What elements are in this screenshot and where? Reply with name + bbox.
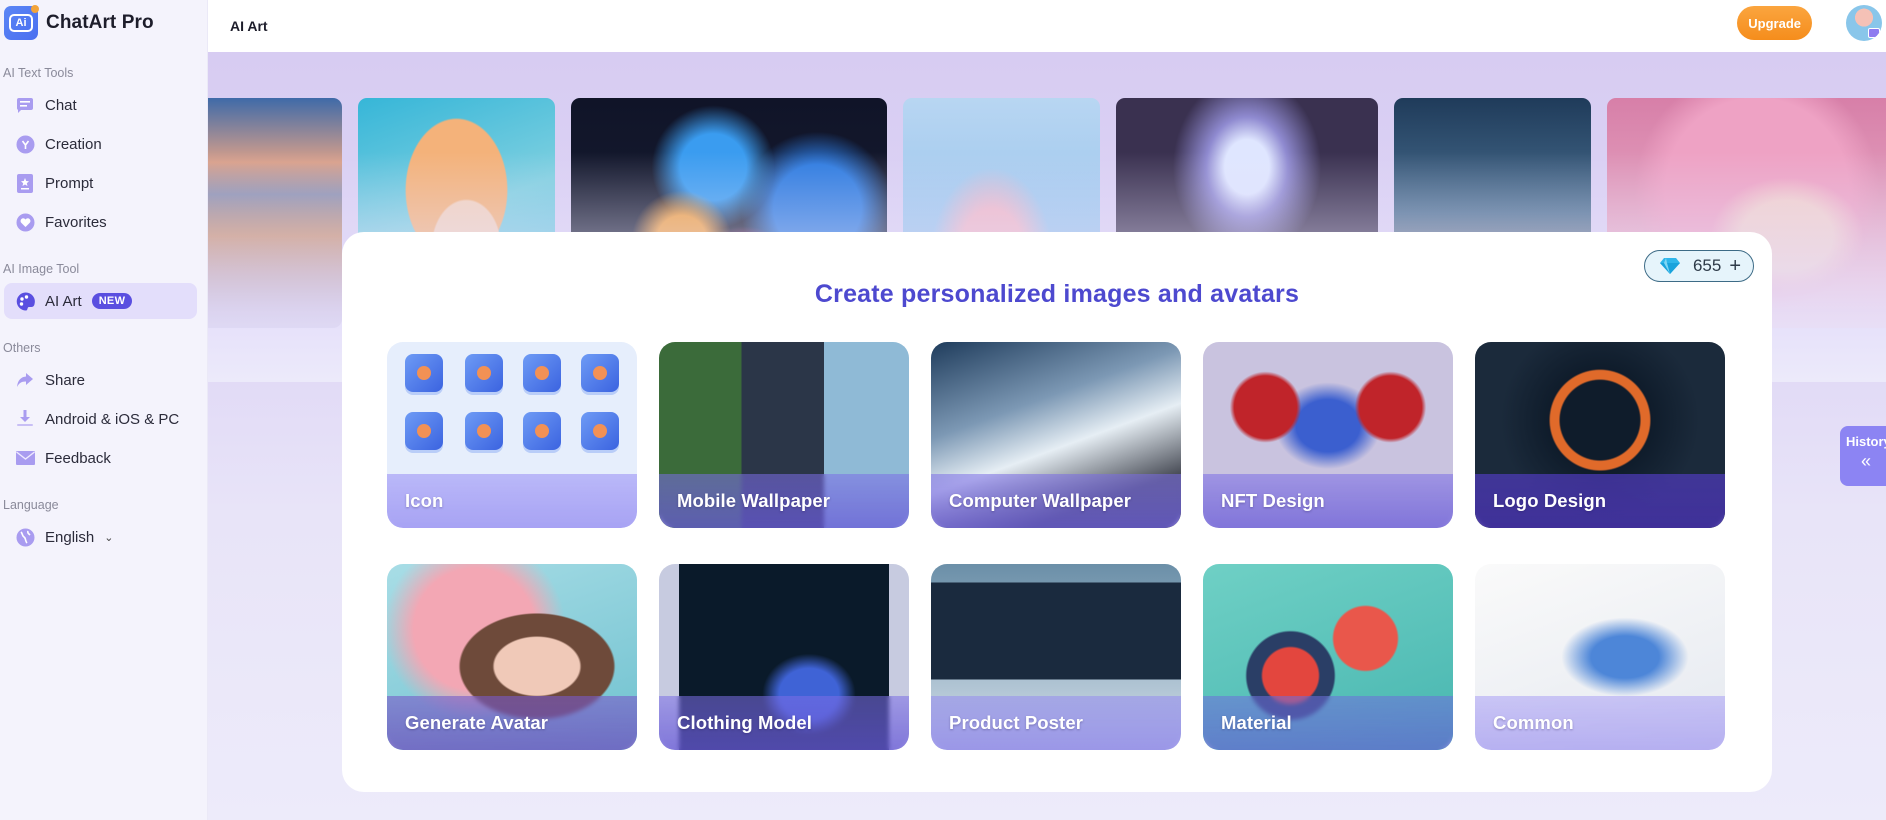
download-icon [15, 409, 35, 429]
credits-value: 655 [1692, 256, 1722, 275]
sidebar: Ai ChatArt Pro AI Text Tools Chat Creati… [0, 0, 208, 820]
category-tile-common[interactable]: Common [1475, 564, 1725, 750]
ai-logo-icon: Ai [4, 5, 39, 40]
sidebar-item-label: Share [45, 371, 86, 389]
headline: Create personalized images and avatars [814, 280, 1300, 308]
section-label-language: Language [3, 498, 59, 512]
category-tile-icon[interactable]: Icon [387, 342, 637, 528]
sidebar-item-feedback[interactable]: Feedback [4, 440, 197, 476]
category-tile-generate-avatar[interactable]: Generate Avatar [387, 564, 637, 750]
category-label: Computer Wallpaper [949, 490, 1132, 511]
section-label-others: Others [3, 341, 41, 355]
brand[interactable]: Ai ChatArt Pro [0, 0, 207, 46]
category-label: Mobile Wallpaper [677, 490, 831, 511]
category-tile-mobile-wallpaper[interactable]: Mobile Wallpaper [659, 342, 909, 528]
category-tile-material[interactable]: Material [1203, 564, 1453, 750]
diamond-icon [1659, 258, 1680, 274]
page-title: AI Art [230, 18, 268, 34]
category-panel: 655 + Create personalized images and ava… [342, 232, 1772, 792]
double-chevron-left-icon: « [1860, 451, 1871, 471]
category-tile-product-poster[interactable]: Product Poster [931, 564, 1181, 750]
sidebar-item-label: AI Art [45, 292, 82, 310]
category-label: NFT Design [1221, 490, 1325, 511]
sidebar-item-label: Chat [45, 96, 77, 114]
credits-badge[interactable]: 655 + [1643, 250, 1754, 282]
heart-icon [15, 212, 35, 232]
category-label: Logo Design [1493, 490, 1607, 511]
language-select[interactable]: English ⌄ [4, 519, 197, 555]
sidebar-item-label: Favorites [45, 213, 107, 231]
chat-icon [15, 95, 35, 115]
lightbulb-icon [15, 134, 35, 154]
sidebar-item-creation[interactable]: Creation [4, 126, 197, 162]
prompt-icon [15, 173, 35, 193]
sidebar-item-ai-art[interactable]: AI Art NEW [4, 283, 197, 319]
history-label: History [1846, 434, 1886, 449]
sidebar-item-share[interactable]: Share [4, 362, 197, 398]
main-content: History « 655 + Create personalized imag… [208, 52, 1886, 820]
history-tab[interactable]: History « [1840, 426, 1886, 486]
upgrade-button[interactable]: Upgrade [1737, 6, 1812, 40]
add-credits-icon[interactable]: + [1729, 255, 1741, 278]
section-label-image-tool: AI Image Tool [3, 262, 80, 276]
category-tile-nft-design[interactable]: NFT Design [1203, 342, 1453, 528]
mail-icon [15, 448, 35, 468]
sidebar-item-label: Feedback [45, 449, 111, 467]
sidebar-item-label: Prompt [45, 174, 94, 192]
category-grid: Icon Mobile Wallpaper Computer Wallpaper… [387, 342, 1725, 750]
category-tile-logo-design[interactable]: Logo Design [1475, 342, 1725, 528]
category-label: Clothing Model [677, 712, 812, 733]
sidebar-item-label: Android & iOS & PC [45, 410, 180, 428]
category-label: Material [1221, 712, 1292, 733]
top-bar: AI Art Upgrade [208, 0, 1886, 52]
banner-image-sunset-lake [208, 98, 342, 328]
chevron-down-icon: ⌄ [104, 531, 114, 544]
sidebar-item-prompt[interactable]: Prompt [4, 165, 197, 201]
sidebar-item-download-apps[interactable]: Android & iOS & PC [4, 401, 197, 437]
user-avatar[interactable] [1846, 5, 1882, 41]
sidebar-item-favorites[interactable]: Favorites [4, 204, 197, 240]
language-label: English [45, 528, 95, 546]
category-label: Common [1493, 712, 1574, 733]
category-tile-clothing-model[interactable]: Clothing Model [659, 564, 909, 750]
vip-crown-icon [1868, 28, 1880, 38]
palette-icon [15, 291, 35, 311]
category-tile-computer-wallpaper[interactable]: Computer Wallpaper [931, 342, 1181, 528]
sidebar-item-chat[interactable]: Chat [4, 87, 197, 123]
category-label: Icon [405, 490, 444, 511]
globe-icon [15, 527, 35, 547]
category-label: Product Poster [949, 712, 1084, 733]
share-icon [15, 370, 35, 390]
sidebar-item-label: Creation [45, 135, 102, 153]
category-label: Generate Avatar [405, 712, 549, 733]
section-label-text-tools: AI Text Tools [3, 66, 74, 80]
new-badge: NEW [91, 293, 133, 309]
app-name: ChatArt Pro [46, 12, 154, 33]
